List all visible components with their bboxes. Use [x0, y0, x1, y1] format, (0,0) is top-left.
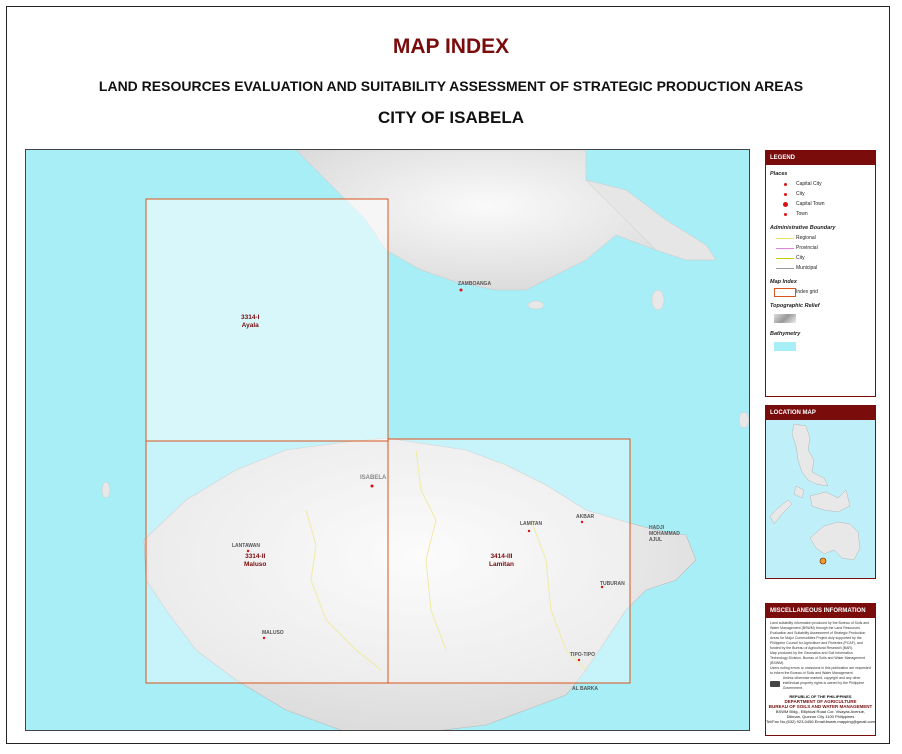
place-lantawan: LANTAWAN — [232, 543, 260, 549]
agency-block: REPUBLIC OF THE PHILIPPINES DEPARTMENT O… — [766, 694, 875, 724]
legend-item: Capital City — [774, 179, 875, 189]
legend-item: Provincial — [774, 243, 875, 253]
legend-label: Index grid — [796, 289, 818, 295]
place-marker — [527, 529, 531, 533]
legend-label: Regional — [796, 235, 816, 241]
misc-paragraph: Users noting errors or omissions in this… — [770, 666, 871, 675]
location-map-panel: LOCATION MAP — [765, 405, 876, 579]
municipal-line-icon — [776, 267, 794, 269]
legend-item: Regional — [774, 233, 875, 243]
legend-places-title: Places — [770, 171, 788, 177]
islet — [651, 289, 665, 311]
legend-item: Municipal — [774, 263, 875, 273]
legend-label: Capital Town — [796, 201, 825, 207]
tile-code: 3314-II — [245, 553, 266, 560]
legend-item: Town — [774, 209, 875, 219]
index-tile-3314-I — [145, 198, 389, 442]
regional-line-icon — [776, 237, 794, 239]
legend-label: Provincial — [796, 245, 818, 251]
tile-name: Lamitan — [489, 561, 514, 568]
location-map-canvas[interactable] — [766, 420, 875, 578]
creative-commons-icon — [770, 680, 780, 687]
tile-code: 3314-I — [241, 314, 260, 321]
misc-text: Land suitability information produced by… — [766, 618, 875, 694]
place-maluso: MALUSO — [262, 630, 284, 636]
misc-paragraph: Unless otherwise marked, copyright and a… — [782, 676, 865, 690]
legend-panel: LEGEND Places Capital City City Capital … — [765, 150, 876, 397]
place-marker — [370, 484, 374, 488]
tile-name: Ayala — [241, 322, 259, 329]
place-tipotipo: TIPO-TIPO — [570, 652, 595, 658]
capital-town-icon — [782, 201, 788, 207]
location-marker-icon — [819, 557, 827, 565]
place-zamboanga: ZAMBOANGA — [458, 281, 492, 287]
legend-admin-title: Administrative Boundary — [770, 225, 836, 231]
index-grid-icon — [774, 287, 796, 297]
legend-item: City — [774, 189, 875, 199]
area-name: CITY OF ISABELA — [377, 108, 525, 127]
map-canvas — [101, 150, 749, 730]
provincial-line-icon — [776, 247, 794, 249]
place-marker — [577, 658, 581, 662]
map-subtitle: LAND RESOURCES EVALUATION AND SUITABILIT… — [98, 78, 804, 94]
legend-item: City — [774, 253, 875, 263]
bathymetry-swatch-icon — [774, 341, 796, 351]
legend-mapindex-title: Map Index — [770, 279, 797, 285]
place-marker — [459, 288, 463, 292]
misc-paragraph: Land suitability information produced by… — [770, 621, 870, 650]
tile-label-3314-I[interactable]: 3314-I Ayala — [241, 314, 259, 330]
misc-info-panel: MISCELLANEOUS INFORMATION Land suitabili… — [765, 603, 876, 736]
location-map-header: LOCATION MAP — [766, 406, 875, 420]
relief-swatch-icon — [774, 313, 796, 323]
license-row: Unless otherwise marked, copyright and a… — [770, 676, 871, 691]
city-line-icon — [776, 257, 794, 259]
map-title: MAP INDEX — [392, 35, 510, 58]
index-tile-3314-II — [145, 440, 389, 684]
legend-item — [774, 339, 875, 353]
islet — [738, 411, 749, 429]
place-ajul: AJUL — [649, 537, 663, 543]
legend-label: Town — [796, 211, 808, 217]
place-tuburan: TUBURAN — [600, 581, 625, 587]
place-akbar: AKBAR — [576, 514, 595, 520]
place-marker — [580, 520, 584, 524]
place-lamitan: LAMITAN — [520, 521, 543, 527]
place-marker — [262, 636, 266, 640]
legend-label: City — [796, 191, 805, 197]
legend-label: City — [796, 255, 805, 261]
tile-name: Maluso — [244, 561, 267, 568]
tile-code: 3414-III — [490, 553, 513, 560]
legend-header: LEGEND — [766, 151, 875, 165]
tile-label-3414-III[interactable]: 3414-III Lamitan — [489, 553, 514, 569]
place-marker — [246, 549, 250, 553]
misc-paragraph: Map produced by the Geomatics and Soil I… — [770, 651, 866, 665]
place-isabela: ISABELA — [360, 475, 387, 481]
place-albarka: AL BARKA — [572, 686, 599, 692]
legend-item: Capital Town — [774, 199, 875, 209]
legend-label: Capital City — [796, 181, 822, 187]
legend-item: Index grid — [774, 287, 875, 297]
misc-info-header: MISCELLANEOUS INFORMATION — [766, 604, 875, 618]
islet — [527, 300, 545, 310]
islet — [101, 481, 111, 499]
city-icon — [783, 192, 787, 196]
legend-relief-title: Topographic Relief — [770, 303, 820, 309]
legend-label: Municipal — [796, 265, 818, 271]
tile-label-3314-II[interactable]: 3314-II Maluso — [244, 553, 266, 569]
agency-contact: Tel/Fax No.(632) 923-0456 Email:bswm.map… — [766, 719, 875, 724]
main-map[interactable]: 3314-I Ayala 3314-II Maluso 3414-III Lam… — [25, 149, 750, 731]
legend-item — [774, 311, 875, 325]
capital-city-icon — [783, 182, 787, 186]
legend-bathy-title: Bathymetry — [770, 331, 801, 337]
town-icon — [783, 212, 787, 216]
